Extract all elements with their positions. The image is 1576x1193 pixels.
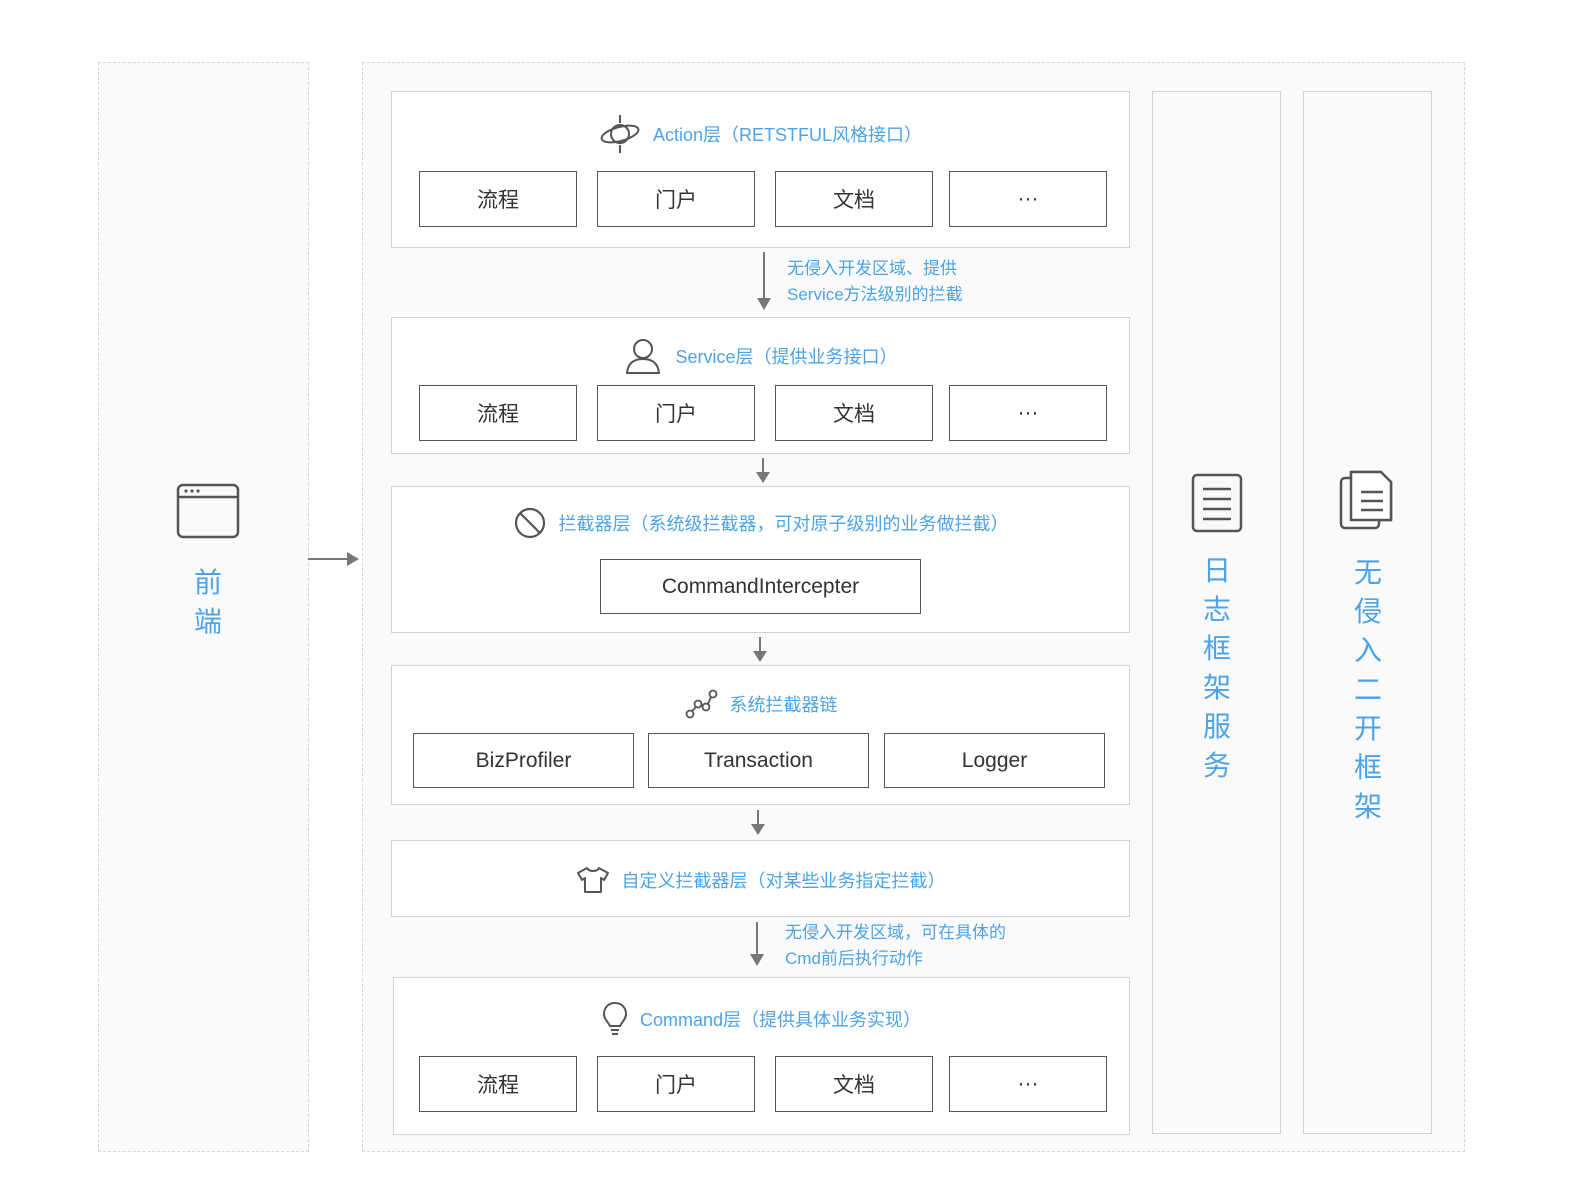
command-intercepter-box[interactable]: CommandIntercepter xyxy=(600,559,921,614)
custom-layer-title: 自定义拦截器层（对某些业务指定拦截） xyxy=(391,860,1130,900)
action-to-service-note-line-2: Service方法级别的拦截 xyxy=(787,285,963,304)
action-item-process[interactable]: 流程 xyxy=(419,171,577,227)
frontend-label: 前 端 xyxy=(193,567,222,637)
command-item-portal[interactable]: 门户 xyxy=(597,1056,755,1112)
custom-to-command-note-line-1: 无侵入开发区域，可在具体的 xyxy=(785,923,1006,942)
log-service-label: 日 志 框 架 服 务 xyxy=(1202,555,1231,781)
service-layer-title: Service层（提供业务接口） xyxy=(391,334,1130,378)
forbidden-icon xyxy=(514,507,545,539)
service-item-more[interactable]: ··· xyxy=(949,385,1107,441)
command-item-document[interactable]: 文档 xyxy=(775,1056,933,1112)
service-to-interceptor-arrow xyxy=(756,458,770,483)
interceptor-layer-title: 拦截器层（系统级拦截器，可对原子级别的业务做拦截） xyxy=(391,503,1130,543)
service-item-process[interactable]: 流程 xyxy=(419,385,577,441)
action-item-portal[interactable]: 门户 xyxy=(597,171,755,227)
copy-document-icon xyxy=(1337,468,1395,537)
custom-layer-title-text: 自定义拦截器层（对某些业务指定拦截） xyxy=(621,871,946,891)
action-to-service-note: 无侵入开发区域、提供 Service方法级别的拦截 xyxy=(787,256,963,308)
chain-nodes-icon xyxy=(685,689,717,719)
orbit-icon xyxy=(600,115,640,153)
custom-to-command-note: 无侵入开发区域，可在具体的 Cmd前后执行动作 xyxy=(785,920,1006,972)
chain-item-bizprofiler[interactable]: BizProfiler xyxy=(413,733,634,788)
action-item-more[interactable]: ··· xyxy=(949,171,1107,227)
action-item-document[interactable]: 文档 xyxy=(775,171,933,227)
custom-to-command-arrow xyxy=(750,922,764,966)
command-layer-title: Command层（提供具体业务实现） xyxy=(393,998,1130,1040)
user-icon xyxy=(626,339,661,374)
service-item-portal[interactable]: 门户 xyxy=(597,385,755,441)
framework-label: 无 侵 入 二 开 框 架 xyxy=(1353,557,1382,822)
command-layer-title-text: Command层（提供具体业务实现） xyxy=(639,1010,922,1030)
lightbulb-icon xyxy=(602,1001,627,1035)
action-to-service-note-line-1: 无侵入开发区域、提供 xyxy=(787,259,957,278)
service-item-document[interactable]: 文档 xyxy=(775,385,933,441)
action-layer-title: Action层（RETSTFUL风格接口） xyxy=(391,110,1130,158)
chain-item-transaction[interactable]: Transaction xyxy=(648,733,869,788)
custom-to-command-note-line-2: Cmd前后执行动作 xyxy=(785,949,923,968)
command-item-process[interactable]: 流程 xyxy=(419,1056,577,1112)
tshirt-icon xyxy=(576,867,609,893)
frontend-to-backend-arrow xyxy=(308,552,359,566)
interceptor-layer-title-text: 拦截器层（系统级拦截器，可对原子级别的业务做拦截） xyxy=(558,514,1009,534)
chain-layer-title: 系统拦截器链 xyxy=(391,685,1130,723)
action-to-service-arrow xyxy=(757,252,771,310)
chain-to-custom-arrow xyxy=(751,810,765,835)
chain-layer-title-text: 系统拦截器链 xyxy=(729,695,838,715)
document-icon xyxy=(1190,472,1244,539)
chain-item-logger[interactable]: Logger xyxy=(884,733,1105,788)
service-layer-title-text: Service层（提供业务接口） xyxy=(675,347,898,367)
command-item-more[interactable]: ··· xyxy=(949,1056,1107,1112)
action-layer-title-text: Action层（RETSTFUL风格接口） xyxy=(652,125,923,145)
browser-window-icon xyxy=(176,482,240,545)
interceptor-to-chain-arrow xyxy=(753,637,767,662)
